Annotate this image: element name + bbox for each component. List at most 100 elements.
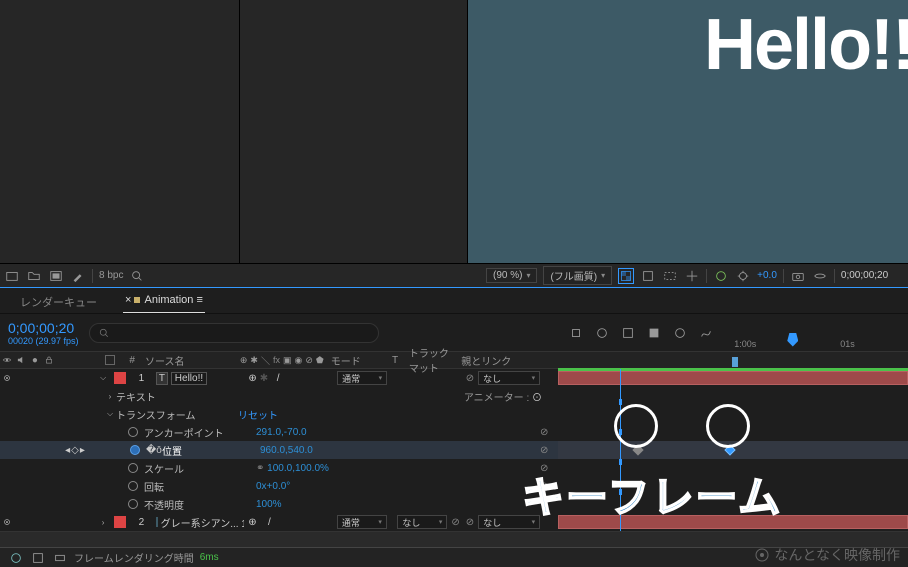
layer-number: 2 <box>131 517 152 528</box>
search-icon <box>98 327 110 339</box>
blend-mode-dropdown[interactable]: 通常 <box>337 371 387 385</box>
pickwhip-icon[interactable]: ⊘ <box>466 373 474 384</box>
composition-preview[interactable]: Hello!! <box>468 0 908 263</box>
toggle-switches-icon[interactable] <box>8 550 24 566</box>
exposure-icon[interactable] <box>735 268 751 284</box>
col-parent[interactable]: 親とリンク <box>459 353 558 368</box>
parent-dropdown[interactable]: なし <box>478 515 540 529</box>
next-keyframe-icon[interactable]: ▸ <box>80 445 85 456</box>
label-icon <box>105 355 115 365</box>
stopwatch-icon[interactable] <box>128 463 138 473</box>
layer-row[interactable]: ⌵ 1 T Hello!! ⊕✱ / 通常 ⊘なし <box>0 369 908 387</box>
property-row[interactable]: アンカーポイント 291.0,-70.0 ⊘ <box>0 423 908 441</box>
visibility-toggle[interactable] <box>2 372 12 384</box>
layer-bar[interactable] <box>558 371 908 385</box>
property-row[interactable]: ◂◇▸ �ō 位置 960.0,540.0 ⊘ <box>0 441 908 459</box>
show-snapshot-icon[interactable] <box>812 268 828 284</box>
layer-bar[interactable] <box>558 515 908 529</box>
property-group-row[interactable]: ⌵ トランスフォーム リセット <box>0 405 908 423</box>
tab-render-queue[interactable]: レンダーキュー <box>8 288 109 313</box>
expression-pickwhip-icon[interactable]: ⊘ <box>540 445 548 456</box>
exposure-value[interactable]: +0.0 <box>757 270 777 281</box>
comp-icon[interactable] <box>48 268 64 284</box>
layer-name[interactable]: Hello!! <box>171 372 207 385</box>
expression-pickwhip-icon[interactable]: ⊘ <box>540 481 548 492</box>
twirl-icon[interactable]: ⌵ <box>107 409 113 419</box>
mask-icon[interactable] <box>640 268 656 284</box>
frameblend-icon[interactable] <box>646 325 662 341</box>
property-group-row[interactable]: › テキスト アニメーター : ⊙ <box>0 387 908 405</box>
speaker-icon <box>16 355 26 365</box>
render-time-icon[interactable] <box>52 550 68 566</box>
trackmatte-dropdown[interactable]: なし <box>397 515 447 529</box>
layer-color[interactable] <box>114 372 126 384</box>
prop-position: 位置 <box>162 443 182 458</box>
tab-label: Animation <box>144 294 193 306</box>
col-mode[interactable]: モード <box>329 353 390 368</box>
search-input[interactable] <box>110 327 370 338</box>
layer-search[interactable] <box>89 323 379 343</box>
stopwatch-icon[interactable] <box>128 499 138 509</box>
property-row[interactable]: 不透明度 100% ⊘ <box>0 495 908 513</box>
parent-dropdown[interactable]: なし <box>478 371 540 385</box>
col-t: T <box>392 355 398 366</box>
visibility-toggle[interactable] <box>2 516 12 528</box>
tab-animation[interactable]: × Animation ≡ <box>113 288 215 313</box>
stopwatch-icon[interactable] <box>128 481 138 491</box>
preview-text-layer[interactable]: Hello!! <box>704 4 908 86</box>
watermark: なんとなく映像制作 <box>754 545 900 565</box>
expression-pickwhip-icon[interactable]: ⊘ <box>540 463 548 474</box>
guides-icon[interactable] <box>684 268 700 284</box>
bpc-label[interactable]: 8 bpc <box>99 270 123 281</box>
work-area-start[interactable] <box>732 357 738 367</box>
zoom-dropdown[interactable]: (90 %) <box>486 268 537 283</box>
toggle-switches-icon2[interactable] <box>30 550 46 566</box>
blend-mode-dropdown[interactable]: 通常 <box>337 515 387 529</box>
keyframe[interactable] <box>724 444 735 455</box>
prev-keyframe-icon[interactable]: ◂ <box>65 445 70 456</box>
keyframe[interactable] <box>632 444 643 455</box>
expression-pickwhip-icon[interactable]: ⊘ <box>540 499 548 510</box>
value-rotation[interactable]: 0x+0.0° <box>256 481 290 492</box>
project-icon[interactable] <box>4 268 20 284</box>
lock-icon <box>44 355 54 365</box>
twirl-icon[interactable]: › <box>109 392 112 401</box>
twirl-icon[interactable]: ⌵ <box>100 373 106 383</box>
stopwatch-icon[interactable] <box>128 427 138 437</box>
region-icon[interactable] <box>662 268 678 284</box>
preview-timecode[interactable]: 0;00;00;20 <box>841 270 888 281</box>
col-source-name[interactable]: ソース名 <box>143 353 238 368</box>
twirl-icon[interactable]: › <box>102 518 105 527</box>
expression-pickwhip-icon[interactable]: ⊘ <box>540 427 548 438</box>
transparency-grid-icon[interactable] <box>618 268 634 284</box>
pickwhip-icon[interactable]: ⊘ <box>451 517 459 528</box>
color-mgmt-icon[interactable] <box>713 268 729 284</box>
brush-icon[interactable] <box>70 268 86 284</box>
value-opacity[interactable]: 100% <box>256 499 282 510</box>
current-timecode[interactable]: 0;00;00;20 <box>8 320 79 336</box>
layer-name[interactable]: グレー系シアン... 1 <box>161 515 245 530</box>
quality-dropdown[interactable]: (フル画質) <box>543 266 612 285</box>
value-anchor[interactable]: 291.0,-70.0 <box>256 427 307 438</box>
motionblur-icon[interactable] <box>672 325 688 341</box>
graph-editor-icon[interactable] <box>698 325 714 341</box>
property-row[interactable]: スケール ⚭ 100.0,100.0% ⊘ <box>0 459 908 477</box>
pickwhip-icon[interactable]: ⊘ <box>466 517 474 528</box>
value-position[interactable]: 960.0,540.0 <box>260 445 313 456</box>
draft3d-icon[interactable] <box>620 325 636 341</box>
layer-row[interactable]: › 2 グレー系シアン... 1 ⊕ / 通常 なし⊘ ⊘なし <box>0 513 908 531</box>
value-scale[interactable]: 100.0,100.0% <box>267 463 329 474</box>
stopwatch-icon[interactable] <box>130 445 140 455</box>
add-keyframe-icon[interactable]: ◇ <box>71 445 79 456</box>
comp-mini-icon[interactable] <box>568 325 584 341</box>
magnify-icon[interactable] <box>129 268 145 284</box>
property-row[interactable]: 回転 0x+0.0° ⊘ <box>0 477 908 495</box>
shy-icon[interactable] <box>594 325 610 341</box>
constrain-icon[interactable]: ⚭ <box>256 463 264 474</box>
folder-icon[interactable] <box>26 268 42 284</box>
reset-link[interactable]: リセット <box>238 407 278 422</box>
snapshot-icon[interactable] <box>790 268 806 284</box>
add-animator-icon[interactable]: ⊙ <box>532 393 542 404</box>
render-time-value: 6ms <box>200 552 219 563</box>
layer-color[interactable] <box>114 516 126 528</box>
